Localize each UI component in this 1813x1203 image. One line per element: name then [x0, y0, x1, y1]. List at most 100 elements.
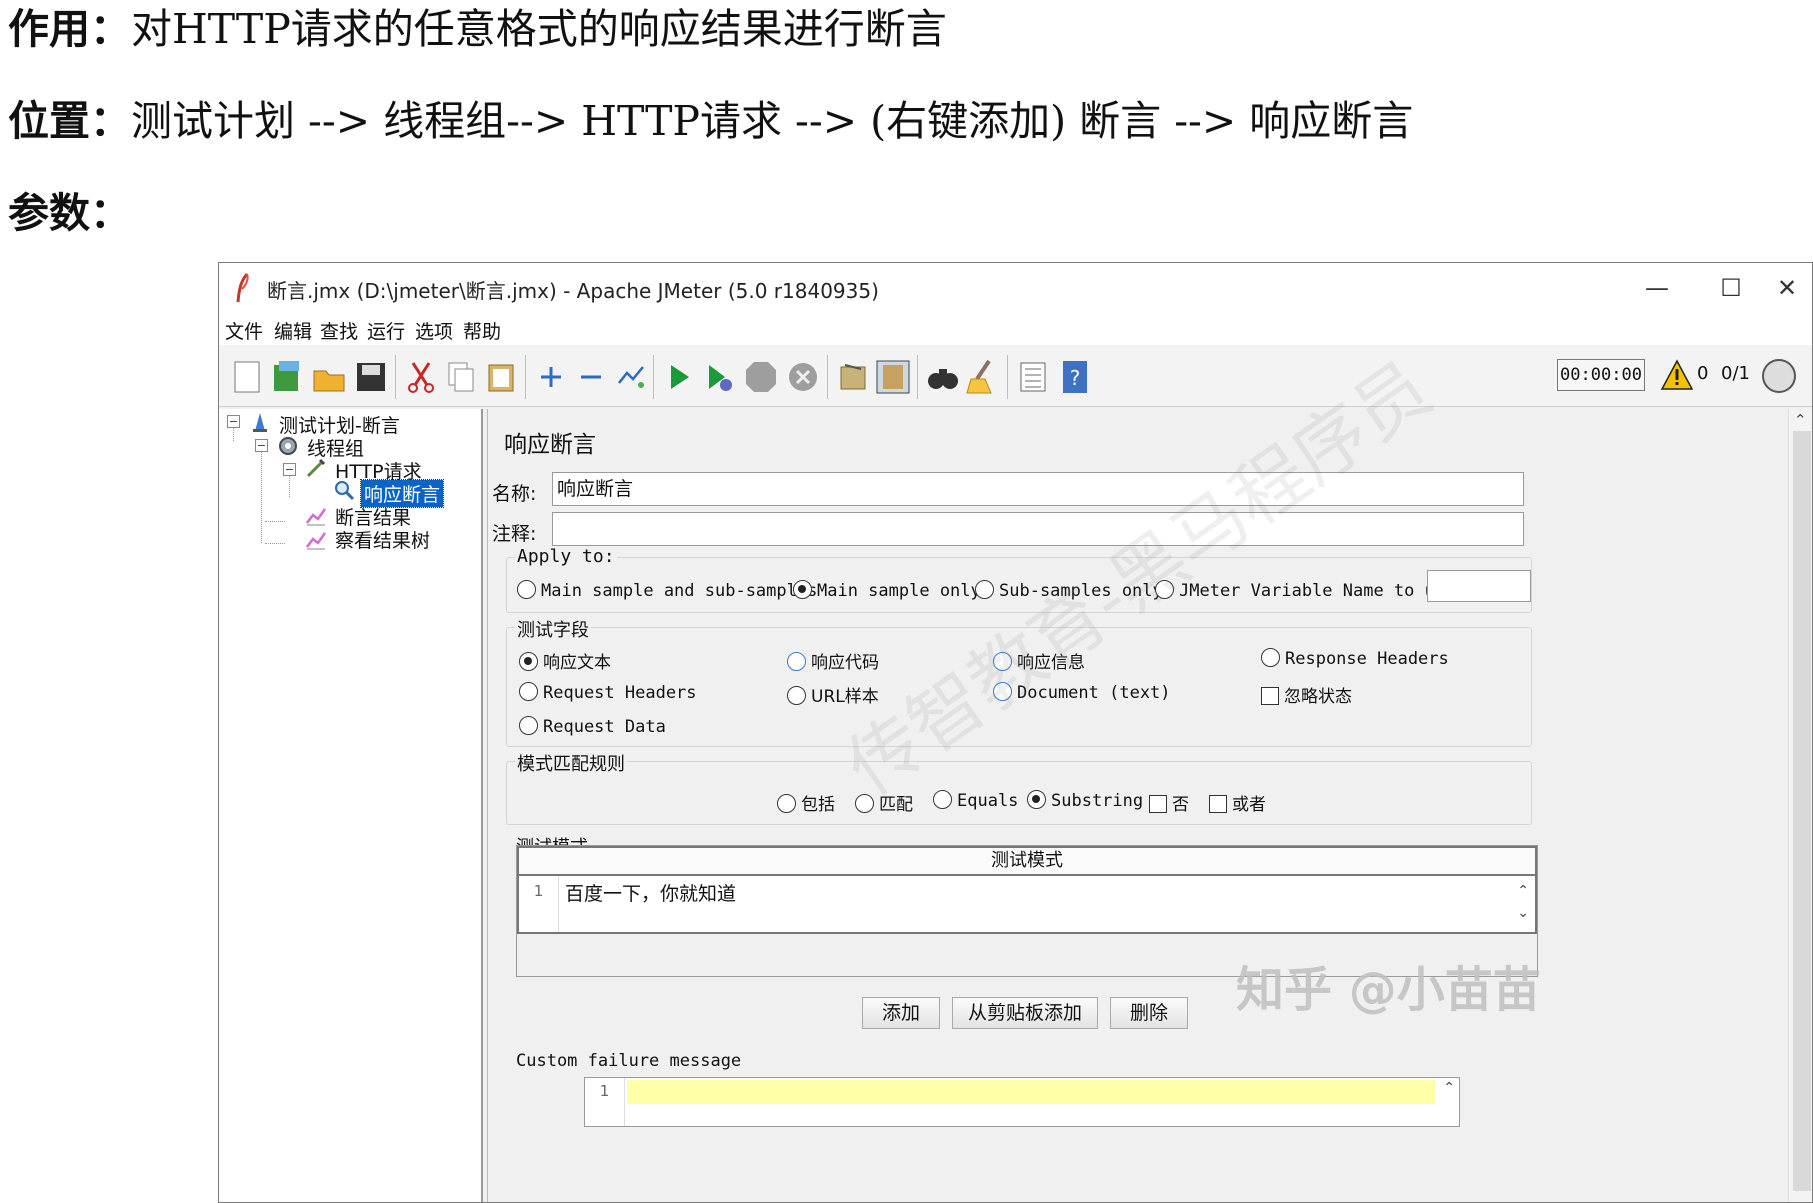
comment-field[interactable]: [552, 512, 1524, 546]
field-response-code-radio[interactable]: 响应代码: [787, 648, 879, 673]
window-title: 断言.jmx (D:\jmeter\断言.jmx) - Apache JMete…: [267, 279, 879, 303]
radio-icon: [1261, 648, 1280, 667]
tree-collapse-toggle[interactable]: −: [255, 439, 268, 452]
name-field[interactable]: 响应断言: [552, 472, 1524, 506]
field-option-label: URL样本: [811, 687, 879, 707]
menu-search[interactable]: 查找: [320, 317, 358, 344]
rule-option-label: 包括: [801, 795, 835, 815]
toolbar-separator: [395, 355, 396, 399]
collapse-all-icon[interactable]: [571, 357, 611, 397]
delete-button[interactable]: 删除: [1110, 997, 1188, 1029]
field-request-data-radio[interactable]: Request Data: [519, 716, 666, 737]
apply-option-label: JMeter Variable Name to use: [1179, 581, 1456, 601]
search-icon[interactable]: [923, 357, 963, 397]
jmeter-variable-input[interactable]: [1427, 570, 1531, 602]
field-option-label: Request Data: [543, 717, 666, 737]
active-threads: 0/1: [1721, 363, 1750, 384]
tree-collapse-toggle[interactable]: −: [283, 463, 296, 476]
tree-connector: [289, 475, 290, 497]
field-request-headers-radio[interactable]: Request Headers: [519, 682, 697, 703]
field-option-label: Document (text): [1017, 683, 1171, 703]
clear-all-icon[interactable]: [873, 357, 913, 397]
tree-collapse-toggle[interactable]: −: [227, 415, 240, 428]
purpose-label: 作用：: [8, 5, 131, 53]
apply-sub-only-radio[interactable]: Sub-samples only: [975, 580, 1163, 601]
apply-jmeter-variable-radio[interactable]: JMeter Variable Name to use: [1155, 580, 1455, 601]
toolbar: ? 00:00:00 0 0/1: [219, 345, 1812, 407]
cut-icon[interactable]: [401, 357, 441, 397]
scroll-thumb[interactable]: [1793, 431, 1811, 1191]
save-icon[interactable]: [351, 357, 391, 397]
expand-all-icon[interactable]: [531, 357, 571, 397]
add-button[interactable]: 添加: [862, 997, 940, 1029]
field-document-radio[interactable]: Document (text): [993, 682, 1171, 703]
field-option-label: 忽略状态: [1284, 687, 1352, 707]
menu-edit[interactable]: 编辑: [274, 317, 312, 344]
scroll-down-icon[interactable]: ⌄: [1794, 1193, 1807, 1202]
paste-icon[interactable]: [481, 357, 521, 397]
rule-substring-radio[interactable]: Substring: [1027, 790, 1143, 811]
reset-search-icon[interactable]: [963, 357, 1003, 397]
apply-to-title: Apply to:: [515, 546, 617, 567]
rule-contains-radio[interactable]: 包括: [777, 790, 835, 815]
shutdown-icon[interactable]: [783, 357, 823, 397]
pattern-rules-group: 模式匹配规则 包括 匹配 Equals Substring 否 或者: [506, 750, 1532, 825]
checkbox-icon: [1261, 687, 1279, 705]
params-label: 参数：: [8, 189, 131, 237]
rule-matches-radio[interactable]: 匹配: [855, 790, 913, 815]
menu-file[interactable]: 文件: [225, 317, 263, 344]
ignore-status-checkbox[interactable]: 忽略状态: [1261, 682, 1352, 707]
field-url-sample-radio[interactable]: URL样本: [787, 682, 879, 707]
copy-icon[interactable]: [441, 357, 481, 397]
scroll-up-icon[interactable]: ⌃: [1443, 1080, 1455, 1096]
rule-option-label: 否: [1172, 795, 1189, 815]
toggle-icon[interactable]: [611, 357, 651, 397]
field-option-label: Request Headers: [543, 683, 697, 703]
line-number: 1: [519, 876, 559, 932]
line-number: 1: [585, 1078, 625, 1126]
help-icon[interactable]: ?: [1055, 357, 1095, 397]
field-response-headers-radio[interactable]: Response Headers: [1261, 648, 1449, 669]
menu-options[interactable]: 选项: [415, 317, 453, 344]
failure-message-input[interactable]: [627, 1080, 1435, 1104]
rule-not-checkbox[interactable]: 否: [1149, 790, 1189, 815]
failure-message-editor[interactable]: 1 ⌃: [584, 1077, 1460, 1127]
new-icon[interactable]: [227, 357, 267, 397]
rule-or-checkbox[interactable]: 或者: [1209, 790, 1266, 815]
row-scroll-icon[interactable]: ⌃ ⌄: [1517, 880, 1529, 924]
toolbar-separator: [827, 355, 828, 399]
pipette-icon: [306, 458, 326, 478]
menu-run[interactable]: 运行: [367, 317, 405, 344]
warning-icon[interactable]: [1660, 359, 1694, 391]
apply-main-and-sub-radio[interactable]: Main sample and sub-samples: [517, 580, 817, 601]
table-row[interactable]: 1 百度一下，你就知道 ⌃ ⌄: [517, 876, 1537, 934]
rule-equals-radio[interactable]: Equals: [933, 790, 1018, 811]
toolbar-separator: [1007, 355, 1008, 399]
pattern-value[interactable]: 百度一下，你就知道: [565, 879, 736, 906]
assertion-panel: ⌃ ⌄ 响应断言 名称: 响应断言 注释: Apply to: Main sam…: [487, 409, 1812, 1202]
stop-icon[interactable]: [741, 357, 781, 397]
field-response-text-radio[interactable]: 响应文本: [519, 648, 611, 673]
tree-node-view-results-tree[interactable]: 察看结果树: [335, 526, 430, 553]
apply-option-label: Main sample only: [817, 581, 981, 601]
apply-main-only-radio[interactable]: Main sample only: [793, 580, 981, 601]
add-from-clipboard-button[interactable]: 从剪贴板添加: [952, 997, 1098, 1029]
function-helper-icon[interactable]: [1013, 357, 1053, 397]
templates-icon[interactable]: [267, 357, 307, 397]
start-icon[interactable]: [659, 357, 699, 397]
minimize-button[interactable]: —: [1630, 269, 1684, 307]
start-no-pause-icon[interactable]: [699, 357, 739, 397]
radio-icon: [787, 686, 806, 705]
open-icon[interactable]: [309, 357, 349, 397]
test-field-group: 测试字段 响应文本 响应代码 响应信息 Response Headers Req…: [506, 616, 1532, 747]
maximize-button[interactable]: ☐: [1704, 269, 1758, 307]
clear-icon[interactable]: [833, 357, 873, 397]
vertical-scrollbar[interactable]: ⌃ ⌄: [1788, 409, 1812, 1202]
close-button[interactable]: ✕: [1760, 269, 1812, 307]
title-bar: 断言.jmx (D:\jmeter\断言.jmx) - Apache JMete…: [219, 263, 1812, 313]
scroll-up-icon[interactable]: ⌃: [1794, 411, 1807, 429]
radio-selected-icon: [793, 580, 812, 599]
field-response-message-radio[interactable]: 响应信息: [993, 648, 1085, 673]
radio-selected-icon: [519, 652, 538, 671]
menu-help[interactable]: 帮助: [463, 317, 501, 344]
